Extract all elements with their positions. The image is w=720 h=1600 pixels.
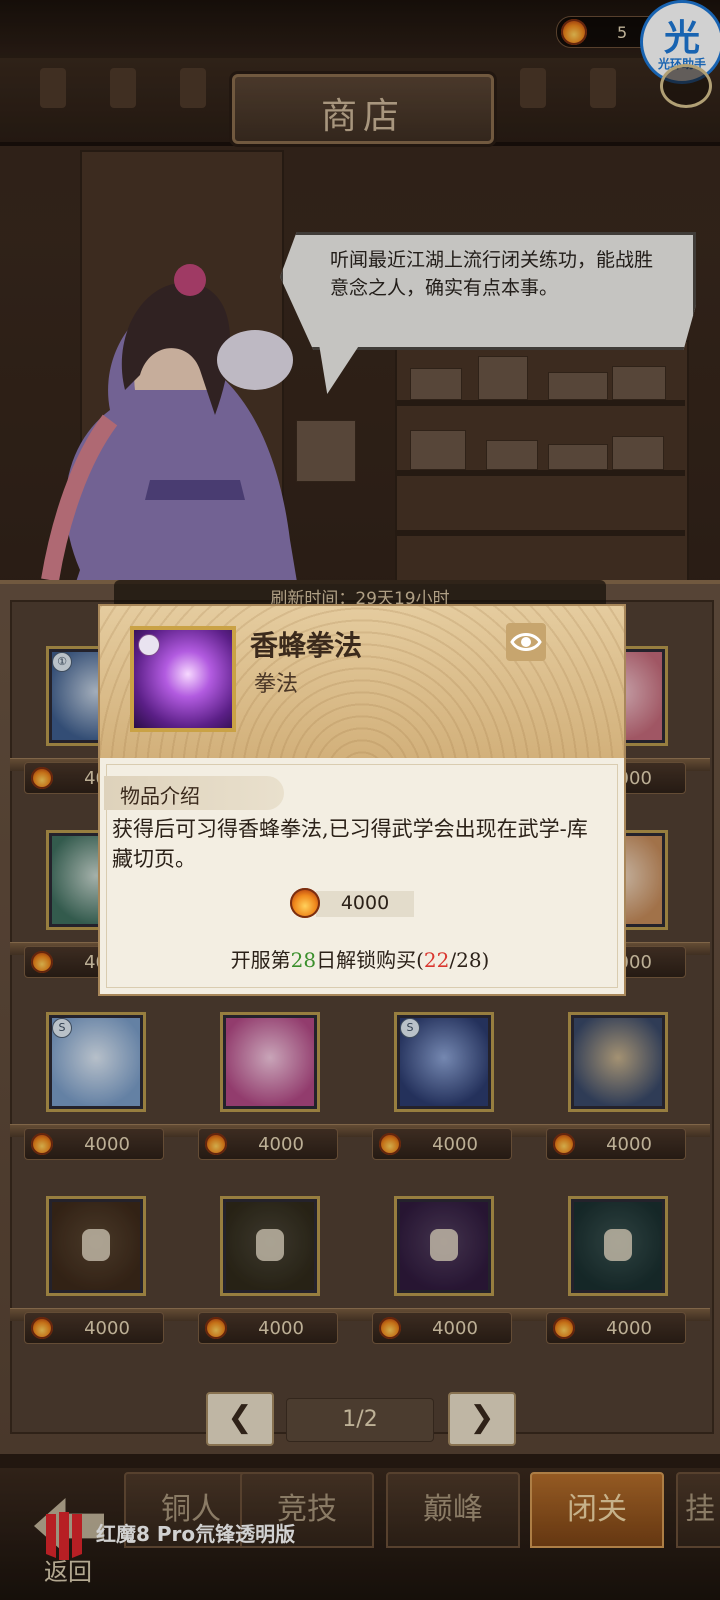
rarity-tag-icon: [138, 634, 160, 656]
eye-icon: [510, 633, 542, 651]
preview-eye-button[interactable]: [506, 623, 546, 661]
item-description: 获得后可习得香蜂拳法,已习得武学会出现在武学-库藏切页。: [112, 817, 588, 871]
unlock-suffix: /28): [449, 948, 490, 972]
cost-value: 4000: [340, 892, 390, 914]
item-name: 香蜂拳法: [250, 629, 363, 662]
item-type: 拳法: [254, 672, 299, 697]
unlock-day: 28: [290, 948, 317, 972]
unlock-mid: 日解锁购买(: [316, 948, 424, 972]
unlock-prefix: 开服第: [230, 948, 291, 972]
intro-label: 物品介绍: [120, 784, 200, 808]
intro-section-header: 物品介绍: [104, 776, 284, 810]
item-cost: 4000: [290, 888, 424, 920]
skill-icon: [130, 626, 236, 732]
unlock-current-day: 22: [423, 948, 450, 972]
unlock-condition: 开服第28日解锁购买(22/28): [98, 944, 622, 973]
